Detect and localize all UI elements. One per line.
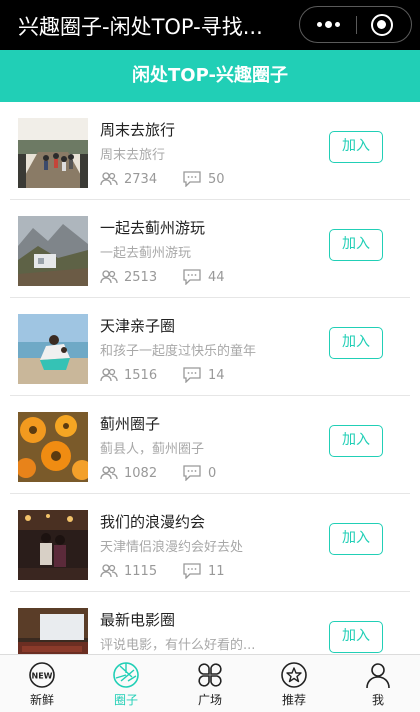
new-icon: NEW [28, 661, 56, 689]
svg-text:NEW: NEW [32, 672, 53, 681]
join-button[interactable]: 加入 [329, 327, 383, 359]
post-count: 11 [182, 563, 225, 579]
members-icon [100, 270, 118, 284]
group-thumbnail [18, 608, 88, 654]
post-count: 50 [182, 171, 225, 187]
members-icon [100, 368, 118, 382]
star-circle-icon [280, 661, 308, 689]
group-stats: 2513 44 [100, 268, 225, 286]
group-name: 最新电影圈 [100, 611, 176, 629]
group-description: 天津情侣浪漫约会好去处 [100, 540, 244, 555]
wechat-top-bar: 兴趣圈子-闲处TOP-寻找... [0, 0, 420, 50]
list-item[interactable]: 天津亲子圈 和孩子一起度过快乐的童年 1516 14 加入 [0, 298, 420, 396]
group-name: 蓟州圈子 [100, 415, 161, 433]
group-description: 和孩子一起度过快乐的童年 [100, 344, 257, 359]
post-count: 44 [182, 269, 225, 285]
list-item[interactable]: 一起去蓟州游玩 一起去蓟州游玩 2513 44 加入 [0, 200, 420, 298]
tab-label: 圈子 [113, 693, 138, 707]
members-icon [100, 466, 118, 480]
member-count: 2513 [100, 270, 182, 285]
page-title: 闲处TOP-兴趣圈子 [0, 50, 420, 102]
four-leaf-icon [196, 661, 224, 689]
comment-icon [183, 367, 201, 383]
person-icon [364, 661, 392, 689]
tab-new[interactable]: NEW 新鲜 [0, 655, 84, 712]
tab-label: 推荐 [281, 693, 306, 707]
tab-me[interactable]: 我 [336, 655, 420, 712]
list-item[interactable]: 我们的浪漫约会 天津情侣浪漫约会好去处 1115 11 加入 [0, 494, 420, 592]
tab-label: 我 [371, 693, 384, 707]
members-icon [100, 564, 118, 578]
group-thumbnail [18, 412, 88, 482]
member-count: 2734 [100, 172, 182, 187]
window-title: 兴趣圈子-闲处TOP-寻找... [18, 15, 263, 39]
join-button[interactable]: 加入 [329, 523, 383, 555]
mini-program-capsule [299, 6, 412, 43]
comment-icon [183, 269, 201, 285]
list-item[interactable]: 周末去旅行 周末去旅行 2734 50 加入 [0, 102, 420, 200]
group-thumbnail [18, 118, 88, 188]
member-count: 1082 [100, 466, 182, 481]
group-name: 我们的浪漫约会 [100, 513, 206, 531]
member-count: 1516 [100, 368, 182, 383]
tab-circles[interactable]: 圈子 [84, 655, 168, 712]
close-mini-program-icon[interactable] [371, 14, 393, 36]
join-button[interactable]: 加入 [329, 425, 383, 457]
group-name: 一起去蓟州游玩 [100, 219, 206, 237]
more-options-button[interactable] [300, 7, 356, 42]
group-description: 评说电影，有什么好看的... [100, 638, 256, 653]
group-description: 蓟县人，蓟州圈子 [100, 442, 205, 457]
bottom-tab-bar: NEW 新鲜 圈子 广场 推荐 我 [0, 654, 420, 712]
join-button[interactable]: 加入 [329, 621, 383, 653]
tab-label: 广场 [197, 693, 222, 707]
group-name: 周末去旅行 [100, 121, 176, 139]
list-item[interactable]: 蓟州圈子 蓟县人，蓟州圈子 1082 0 加入 [0, 396, 420, 494]
group-stats: 1115 11 [100, 562, 225, 580]
group-thumbnail [18, 216, 88, 286]
group-name: 天津亲子圈 [100, 317, 176, 335]
post-count: 0 [182, 465, 216, 481]
member-count: 1115 [100, 564, 182, 579]
comment-icon [183, 465, 201, 481]
group-thumbnail [18, 314, 88, 384]
tab-square[interactable]: 广场 [168, 655, 252, 712]
join-button[interactable]: 加入 [329, 229, 383, 261]
group-stats: 2734 50 [100, 170, 225, 188]
capsule-divider [356, 16, 357, 34]
comment-icon [183, 563, 201, 579]
group-stats: 1082 0 [100, 464, 216, 482]
post-count: 14 [182, 367, 225, 383]
list-item[interactable]: 最新电影圈 评说电影，有什么好看的... 加入 [0, 592, 420, 654]
camera-aperture-icon [112, 661, 140, 689]
group-stats: 1516 14 [100, 366, 225, 384]
join-button[interactable]: 加入 [329, 131, 383, 163]
group-thumbnail [18, 510, 88, 580]
group-list[interactable]: 周末去旅行 周末去旅行 2734 50 加入 一起去蓟州游玩 一起去蓟州游玩 2… [0, 102, 420, 654]
group-description: 周末去旅行 [100, 148, 166, 163]
tab-recommend[interactable]: 推荐 [252, 655, 336, 712]
tab-label: 新鲜 [29, 693, 54, 707]
comment-icon [183, 171, 201, 187]
group-description: 一起去蓟州游玩 [100, 246, 192, 261]
members-icon [100, 172, 118, 186]
